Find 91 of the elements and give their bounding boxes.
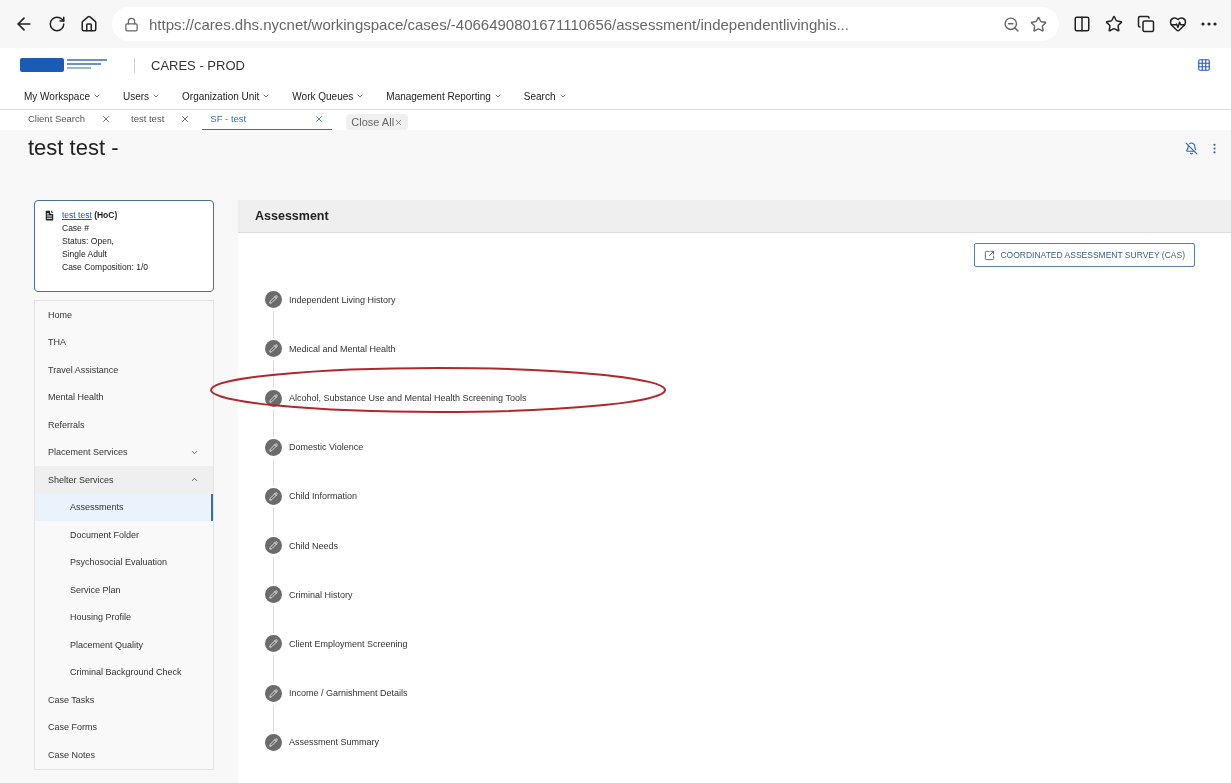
close-icon	[180, 113, 191, 124]
step-label[interactable]: Child Information	[289, 491, 358, 502]
caret-icon	[356, 92, 365, 100]
step-label[interactable]: Domestic Violence	[289, 442, 364, 453]
nav-menu[interactable]: My Workspace	[24, 90, 101, 102]
health-icon	[1169, 15, 1187, 33]
cas-button[interactable]: COORDINATED ASSESSMENT SURVEY (CAS)	[974, 243, 1195, 268]
caret-icon	[92, 92, 101, 100]
nav-menu[interactable]: Work Queues	[292, 90, 365, 102]
sidebar-subitem[interactable]: Psychosocial Evaluation	[35, 548, 213, 577]
step-label[interactable]: Client Employment Screening	[289, 638, 408, 649]
close-all-button[interactable]: Close All	[346, 114, 409, 131]
case-detail: Single Adult	[62, 248, 108, 262]
pencil-icon	[269, 393, 278, 403]
close-icon	[101, 113, 112, 124]
tab[interactable]: test test	[123, 110, 199, 131]
sidebar-subitem[interactable]: Housing Profile	[35, 603, 213, 632]
pencil-icon	[269, 541, 278, 551]
edit-step-button[interactable]	[265, 340, 282, 358]
pencil-icon	[269, 590, 278, 600]
document-icon	[43, 209, 56, 223]
edit-step-button[interactable]	[265, 635, 282, 653]
more-icon[interactable]	[1201, 22, 1217, 26]
pencil-icon	[269, 295, 278, 305]
sidebar-item[interactable]: Case Tasks	[35, 686, 213, 714]
step-label[interactable]: Alcohol, Substance Use and Mental Health Screening Tools	[289, 393, 527, 403]
step-label[interactable]: Income / Garnishment Details	[289, 688, 408, 699]
caret-icon	[493, 92, 502, 100]
zoom-out-icon	[1003, 15, 1020, 33]
case-detail: Case Composition: 1/0	[62, 261, 148, 275]
url-text: https://cares.dhs.nycnet/workingspace/cases/-4066490801671110656/assessment/independentlivinghis...	[149, 15, 850, 33]
nav-menu[interactable]: Users	[122, 90, 161, 102]
pencil-icon	[269, 737, 278, 747]
sidebar-item[interactable]: Home	[35, 301, 213, 329]
step-label[interactable]: Independent Living History	[289, 294, 396, 305]
sidebar-item[interactable]: Travel Assistance	[35, 356, 213, 384]
bell-off-icon	[1185, 141, 1198, 155]
edit-step-button[interactable]	[265, 733, 282, 751]
step-label[interactable]: Medical and Mental Health	[289, 343, 396, 354]
step-label[interactable]: Criminal History	[289, 589, 353, 600]
sidebar-subitem[interactable]: Service Plan	[35, 576, 213, 604]
pencil-icon	[269, 442, 278, 452]
sidebar-subitem[interactable]: Placement Quality	[35, 631, 213, 659]
sidebar-item[interactable]: Placement Services	[35, 438, 213, 467]
pencil-icon	[269, 344, 278, 354]
page-title: test test -	[27, 135, 120, 162]
step-label[interactable]: Child Needs	[289, 540, 339, 551]
favorites-icon	[1105, 15, 1123, 33]
address-bar[interactable]: https://cares.dhs.nycnet/workingspace/cases/-4066490801671110656/assessment/independentlivinghis...	[112, 7, 1059, 41]
sidebar-item[interactable]: Referrals	[35, 411, 213, 439]
sidebar-item[interactable]: Shelter Services	[35, 466, 213, 494]
refresh-icon	[48, 15, 66, 33]
home-icon	[80, 15, 98, 33]
sidebar-subitem[interactable]: Assessments	[35, 493, 213, 522]
apps-icon	[1197, 58, 1211, 73]
sidebar-item[interactable]: THA	[35, 328, 213, 357]
client-name: test test (HoC)	[62, 209, 119, 223]
edit-step-button[interactable]	[265, 438, 282, 456]
sidebar-subitem[interactable]: Document Folder	[35, 521, 213, 549]
nav-menu[interactable]: Organization Unit	[182, 90, 271, 102]
edit-step-button[interactable]	[265, 487, 282, 505]
close-icon	[314, 113, 325, 124]
sidebar-item[interactable]: Mental Health	[35, 383, 213, 412]
app-title: CARES - PROD	[134, 57, 1181, 73]
pencil-icon	[269, 639, 278, 649]
sidebar-item[interactable]: Case Forms	[35, 713, 213, 742]
sidebar-subitem[interactable]: Criminal Background Check	[35, 658, 213, 687]
edit-step-button[interactable]	[265, 684, 282, 702]
case-detail: Status: Open,	[62, 235, 115, 249]
caret-icon	[558, 92, 567, 100]
edit-step-button[interactable]	[265, 291, 282, 309]
lock-icon	[124, 16, 139, 32]
collections-icon	[1137, 15, 1155, 33]
nav-menu[interactable]: Management Reporting	[386, 90, 502, 102]
edit-step-button[interactable]	[265, 537, 282, 555]
caret-icon	[262, 92, 271, 100]
close-icon	[394, 117, 404, 127]
nav-menu[interactable]: Search	[523, 90, 567, 102]
tab[interactable]: Client Search	[20, 110, 120, 131]
sidebar-item[interactable]: Case Notes	[35, 741, 213, 769]
star-icon	[1030, 15, 1047, 33]
split-screen-icon	[1073, 15, 1091, 33]
pencil-icon	[269, 688, 278, 698]
step-label[interactable]: Assessment Summary	[289, 737, 380, 748]
case-detail: Case #	[62, 222, 90, 236]
panel-title: Assessment	[238, 200, 1231, 234]
edit-step-button[interactable]	[265, 586, 282, 604]
pencil-icon	[269, 491, 278, 501]
caret-icon	[152, 92, 161, 100]
external-link-icon	[984, 249, 996, 261]
client-link[interactable]: test test	[62, 210, 92, 221]
